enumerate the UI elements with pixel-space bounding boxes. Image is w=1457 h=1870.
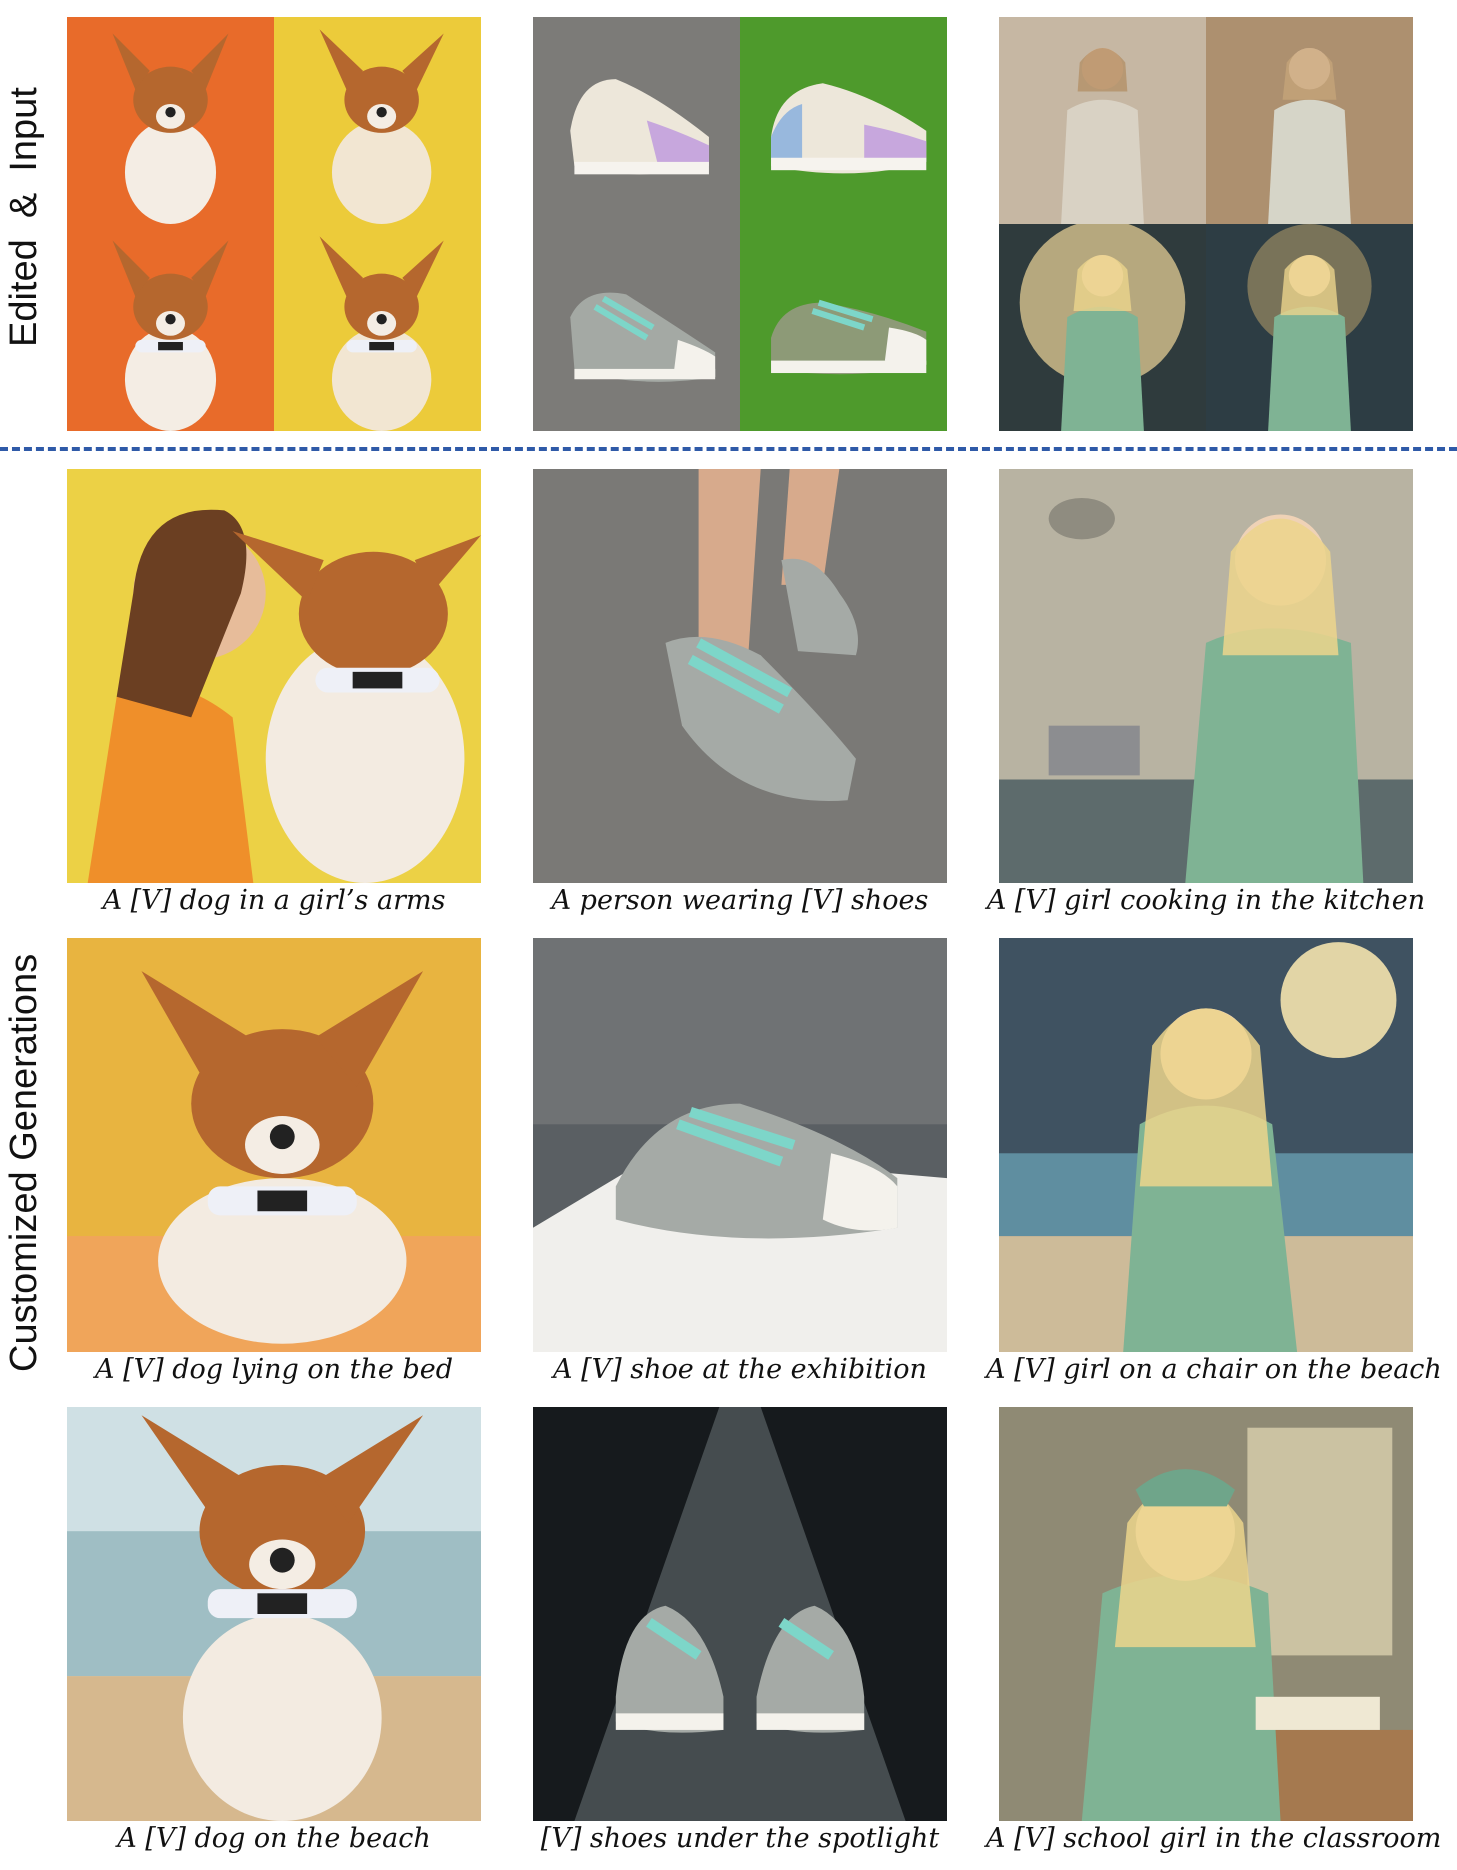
shoe-input-1 xyxy=(533,17,740,224)
shoe-input-edited-grid xyxy=(533,17,947,431)
dog-input-edited-grid xyxy=(67,17,481,431)
section-divider xyxy=(0,447,1457,451)
caption-girl-classroom: A [V] school girl in the classroom xyxy=(986,1823,1442,1854)
girl-input-edited-grid xyxy=(999,17,1413,431)
caption-shoe-exhibition: A [V] shoe at the exhibition xyxy=(553,1354,927,1385)
shoes-spotlight-image xyxy=(533,1407,947,1821)
caption-dog-beach: A [V] dog on the beach xyxy=(117,1823,431,1854)
dog-input-2 xyxy=(274,17,481,224)
dog-input-1 xyxy=(67,17,274,224)
girl-input-2 xyxy=(1206,17,1413,224)
customized-generations-label: Customized Generations xyxy=(3,953,45,1372)
dog-in-girls-arms-image xyxy=(67,469,481,883)
caption-girl-kitchen: A [V] girl cooking in the kitchen xyxy=(986,885,1426,916)
caption-dog-bed: A [V] dog lying on the bed xyxy=(95,1354,453,1385)
dog-lying-bed-image xyxy=(67,938,481,1352)
shoe-edited-1 xyxy=(533,224,740,431)
caption-dog-arms: A [V] dog in a girl’s arms xyxy=(102,885,446,916)
dog-edited-1 xyxy=(67,224,274,431)
girl-chair-beach-image xyxy=(999,938,1413,1352)
dog-beach-image xyxy=(67,1407,481,1821)
girl-edited-1 xyxy=(999,224,1206,431)
school-girl-classroom-image xyxy=(999,1407,1413,1821)
caption-shoes-spotlight: [V] shoes under the spotlight xyxy=(540,1823,940,1854)
shoe-edited-2 xyxy=(740,224,947,431)
shoe-exhibition-image xyxy=(533,938,947,1352)
caption-girl-beach: A [V] girl on a chair on the beach xyxy=(986,1354,1442,1385)
shoe-input-2 xyxy=(740,17,947,224)
person-wearing-shoes-image xyxy=(533,469,947,883)
dog-edited-2 xyxy=(274,224,481,431)
girl-edited-2 xyxy=(1206,224,1413,431)
girl-input-1 xyxy=(999,17,1206,224)
edited-input-label: Edited & Input xyxy=(3,87,45,347)
caption-shoes-person: A person wearing [V] shoes xyxy=(551,885,929,916)
girl-cooking-kitchen-image xyxy=(999,469,1413,883)
